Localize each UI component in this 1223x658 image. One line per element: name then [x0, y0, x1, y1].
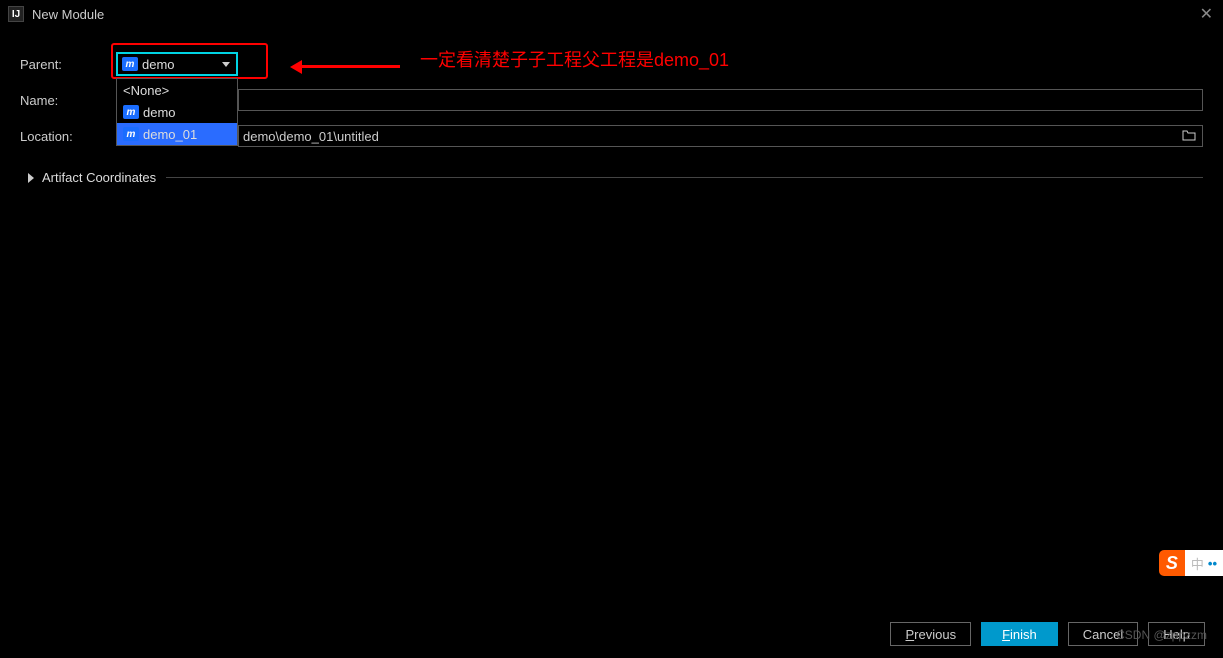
- help-button[interactable]: Help: [1148, 622, 1205, 646]
- ime-mode-icon: ••: [1208, 556, 1217, 571]
- cancel-button[interactable]: Cancel: [1068, 622, 1138, 646]
- disclosure-triangle-icon: [28, 173, 34, 183]
- artifact-coordinates-label: Artifact Coordinates: [42, 170, 156, 185]
- close-icon[interactable]: ✕: [1200, 4, 1213, 24]
- app-icon: IJ: [8, 6, 24, 22]
- dropdown-option-label: <None>: [123, 83, 169, 98]
- ime-language-badge[interactable]: 中 ••: [1185, 550, 1223, 576]
- form-area: Parent: m demo <None> m demo m demo_01: [0, 28, 1223, 185]
- maven-module-icon: m: [122, 57, 138, 71]
- location-input[interactable]: demo\demo_01\untitled: [238, 125, 1203, 147]
- dropdown-option-demo[interactable]: m demo: [117, 101, 237, 123]
- location-label: Location:: [20, 129, 116, 144]
- dropdown-option-none[interactable]: <None>: [117, 79, 237, 101]
- dropdown-option-label: demo_01: [143, 127, 197, 142]
- maven-module-icon: m: [123, 127, 139, 141]
- name-input[interactable]: [238, 89, 1203, 111]
- arrow-left-icon: [300, 66, 400, 67]
- parent-dropdown[interactable]: m demo: [116, 52, 238, 76]
- chevron-down-icon: [222, 62, 230, 67]
- maven-module-icon: m: [123, 105, 139, 119]
- window-title: New Module: [32, 7, 104, 22]
- location-value: demo\demo_01\untitled: [243, 129, 379, 144]
- name-label: Name:: [20, 93, 116, 108]
- ime-indicator: S 中 ••: [1159, 550, 1223, 576]
- dropdown-option-demo01[interactable]: m demo_01: [117, 123, 237, 145]
- folder-icon[interactable]: [1182, 129, 1196, 144]
- annotation-text: 一定看清楚子子工程父工程是demo_01: [420, 46, 729, 72]
- artifact-coordinates-section[interactable]: Artifact Coordinates: [20, 170, 1203, 185]
- previous-button[interactable]: Previous: [890, 622, 971, 646]
- dialog-footer: Previous Finish Cancel Help: [890, 622, 1205, 646]
- annotation-arrow-group: 一定看清楚子子工程父工程是demo_01: [300, 46, 729, 72]
- finish-button[interactable]: Finish: [981, 622, 1058, 646]
- parent-dropdown-list: <None> m demo m demo_01: [116, 78, 238, 146]
- parent-label: Parent:: [20, 57, 116, 72]
- dropdown-option-label: demo: [143, 105, 176, 120]
- divider: [166, 177, 1203, 178]
- titlebar: IJ New Module ✕: [0, 0, 1223, 28]
- sogou-icon: S: [1159, 550, 1185, 576]
- parent-dropdown-value: demo: [142, 57, 232, 72]
